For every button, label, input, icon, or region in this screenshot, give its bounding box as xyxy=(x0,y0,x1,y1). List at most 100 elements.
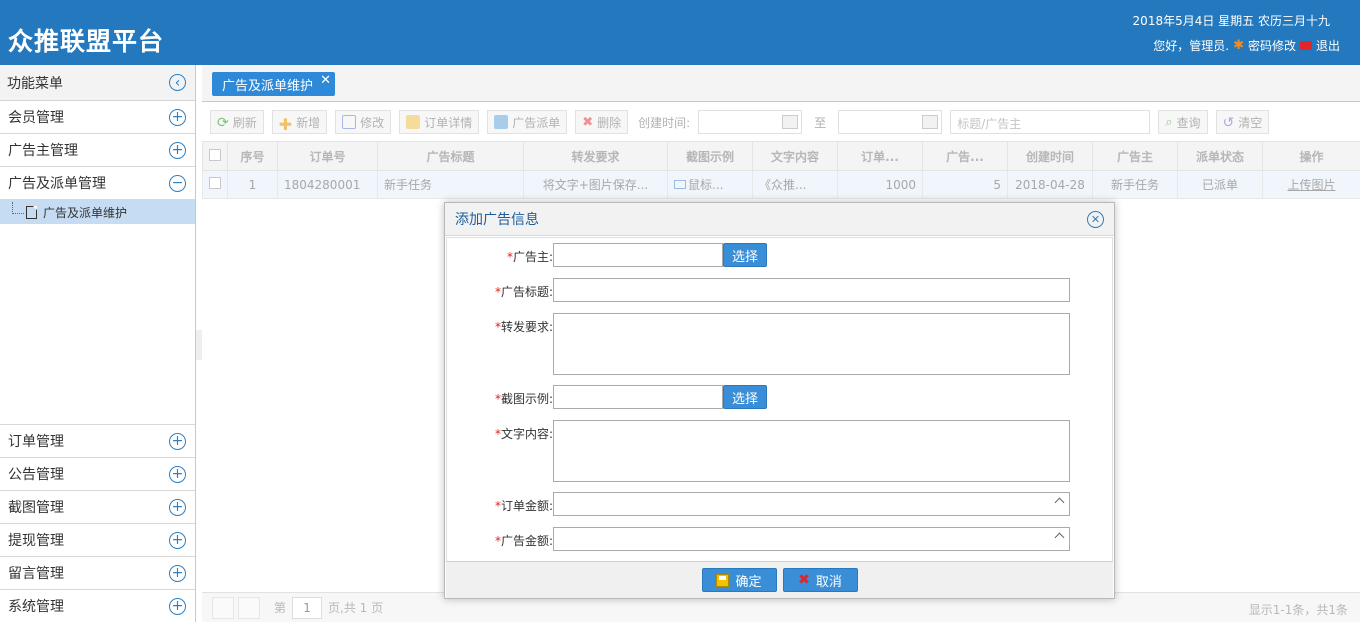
sidebar-item-label: 广告及派单管理 xyxy=(8,176,106,192)
select-advertiser-button[interactable]: 选择 xyxy=(723,243,768,267)
expand-icon[interactable]: + xyxy=(169,531,186,549)
col-header[interactable]: 截图示例 xyxy=(667,141,753,171)
col-header[interactable]: 转发要求 xyxy=(523,141,668,171)
prev-page-button[interactable] xyxy=(238,596,260,619)
delete-button[interactable]: ✖ 删除 xyxy=(575,110,629,134)
form-label: *文字内容: xyxy=(447,420,553,442)
row-checkbox[interactable] xyxy=(202,170,228,199)
sidebar-item-label: 公告管理 xyxy=(8,467,64,483)
col-header[interactable]: 创建时间 xyxy=(1007,141,1093,171)
order-detail-button[interactable]: 订单详情 xyxy=(399,110,480,134)
advertiser-input[interactable] xyxy=(553,243,723,267)
dialog-title: 添加广告信息 xyxy=(455,212,539,228)
col-header[interactable]: 广告... xyxy=(922,141,1008,171)
sidebar-item-messages[interactable]: 留言管理 + xyxy=(0,556,195,589)
sidebar-bottom-group: 订单管理 + 公告管理 + 截图管理 + 提现管理 + 留言管理 + 系统管理 … xyxy=(0,424,195,622)
refresh-icon: ⟳ xyxy=(217,115,229,131)
sidebar-item-screenshots[interactable]: 截图管理 + xyxy=(0,490,195,523)
sidebar-item-members[interactable]: 会员管理 + xyxy=(0,101,195,134)
close-tab-icon[interactable]: ✕ xyxy=(320,73,331,88)
select-all-checkbox[interactable] xyxy=(202,141,228,171)
query-label: 查询 xyxy=(1176,115,1201,130)
cell-advertiser: 新手任务 xyxy=(1092,170,1178,199)
sidebar-item-withdrawals[interactable]: 提现管理 + xyxy=(0,523,195,556)
start-date-input[interactable] xyxy=(698,110,803,134)
page-total: 页,共 1 页 xyxy=(328,601,384,615)
order-amount-stepper[interactable] xyxy=(553,492,1070,516)
dispatch-button[interactable]: 广告派单 xyxy=(487,110,568,134)
sidebar-item-notices[interactable]: 公告管理 + xyxy=(0,457,195,490)
page-number-input[interactable]: 1 xyxy=(292,596,323,619)
tab-ads-maintain[interactable]: 广告及派单维护 ✕ xyxy=(212,72,336,96)
app-header: 众推联盟平台 2018年5月4日 星期五 农历三月十九 您好，管理员. ✱ 密码… xyxy=(0,0,1360,65)
table-row[interactable]: 1 1804280001 新手任务 将文字+图片保存... 鼠标... 《众推.… xyxy=(202,170,1360,199)
col-header[interactable]: 订单号 xyxy=(277,141,378,171)
expand-icon[interactable]: + xyxy=(169,108,186,126)
form-label: *订单金额: xyxy=(447,492,553,514)
upload-image-link[interactable]: 上传图片 xyxy=(1262,170,1360,199)
first-page-button[interactable] xyxy=(212,596,234,619)
close-dialog-icon[interactable]: ✕ xyxy=(1087,210,1104,228)
select-screenshot-button[interactable]: 选择 xyxy=(723,385,768,409)
cell-created: 2018-04-28 xyxy=(1007,170,1093,199)
logout-link[interactable]: 退出 xyxy=(1316,37,1340,54)
expand-icon[interactable]: + xyxy=(169,597,186,615)
edit-button[interactable]: 修改 xyxy=(335,110,392,134)
title-input[interactable] xyxy=(553,278,1070,302)
refresh-button[interactable]: ⟳ 刷新 xyxy=(210,110,264,134)
expand-icon[interactable]: + xyxy=(169,498,186,516)
form-row-screenshot: *截图示例: 选择 xyxy=(447,385,1112,409)
expand-icon[interactable]: + xyxy=(169,564,186,582)
change-password-link[interactable]: 密码修改 xyxy=(1248,37,1296,54)
confirm-button[interactable]: 确定 xyxy=(701,568,777,592)
dialog-form: *广告主: 选择 *广告标题: *转发要求: *截图示例: 选择 *文字内容: … xyxy=(446,237,1113,562)
calendar-icon[interactable] xyxy=(922,115,939,129)
collapse-sidebar-icon[interactable]: ‹ xyxy=(169,74,186,91)
cell-requirement: 将文字+图片保存... xyxy=(523,170,668,199)
dispatch-label: 广告派单 xyxy=(512,115,561,130)
ad-amount-stepper[interactable] xyxy=(553,527,1070,551)
sidebar-subitem-label: 广告及派单维护 xyxy=(43,205,128,220)
collapse-icon[interactable]: − xyxy=(169,174,186,192)
add-button[interactable]: ✚ 新增 xyxy=(271,110,328,134)
clear-button[interactable]: ↺ 清空 xyxy=(1215,110,1270,134)
edit-icon xyxy=(342,115,357,129)
col-header[interactable]: 文字内容 xyxy=(752,141,838,171)
requirement-textarea[interactable] xyxy=(553,313,1070,375)
requirement-label: 转发要求: xyxy=(500,320,553,334)
header-date: 2018年5月4日 星期五 农历三月十九 xyxy=(1132,14,1330,28)
title-label: 广告标题: xyxy=(500,285,553,299)
query-button[interactable]: ⌕ 查询 xyxy=(1158,110,1208,134)
split-handle[interactable] xyxy=(196,330,202,360)
col-header[interactable]: 操作 xyxy=(1262,141,1360,171)
col-header[interactable]: 广告标题 xyxy=(377,141,524,171)
col-header[interactable]: 序号 xyxy=(227,141,278,171)
end-date-input[interactable] xyxy=(838,110,943,134)
clear-label: 清空 xyxy=(1238,115,1263,130)
text-content-textarea[interactable] xyxy=(553,420,1070,482)
screenshot-input[interactable] xyxy=(553,385,723,409)
created-time-label: 创建时间: xyxy=(638,115,691,130)
status-badge: 已派单 xyxy=(1177,170,1263,199)
expand-icon[interactable]: + xyxy=(169,141,186,159)
sidebar-subitem-ads-maintain[interactable]: 广告及派单维护 xyxy=(0,200,195,224)
order-amount-label: 订单金额: xyxy=(500,499,553,513)
sidebar-item-ads-dispatch[interactable]: 广告及派单管理 − xyxy=(0,167,195,200)
page-label: 第 xyxy=(274,601,287,615)
expand-icon[interactable]: + xyxy=(169,465,186,483)
cancel-button[interactable]: ✖ 取消 xyxy=(782,568,858,592)
spin-up-icon[interactable] xyxy=(1054,497,1065,508)
form-row-title: *广告标题: xyxy=(447,278,1112,302)
spin-up-icon[interactable] xyxy=(1054,532,1065,543)
grid-header-row: 序号 订单号 广告标题 转发要求 截图示例 文字内容 订单... 广告... 创… xyxy=(202,141,1360,171)
col-header[interactable]: 订单... xyxy=(837,141,923,171)
col-header[interactable]: 派单状态 xyxy=(1177,141,1263,171)
cell-screenshot: 鼠标... xyxy=(667,170,753,199)
col-header[interactable]: 广告主 xyxy=(1092,141,1178,171)
calendar-icon[interactable] xyxy=(782,115,799,129)
sidebar-item-orders[interactable]: 订单管理 + xyxy=(0,424,195,457)
expand-icon[interactable]: + xyxy=(169,432,186,450)
sidebar-item-system[interactable]: 系统管理 + xyxy=(0,589,195,622)
sidebar-item-advertisers[interactable]: 广告主管理 + xyxy=(0,134,195,167)
search-input[interactable]: 标题/广告主 xyxy=(950,110,1151,134)
